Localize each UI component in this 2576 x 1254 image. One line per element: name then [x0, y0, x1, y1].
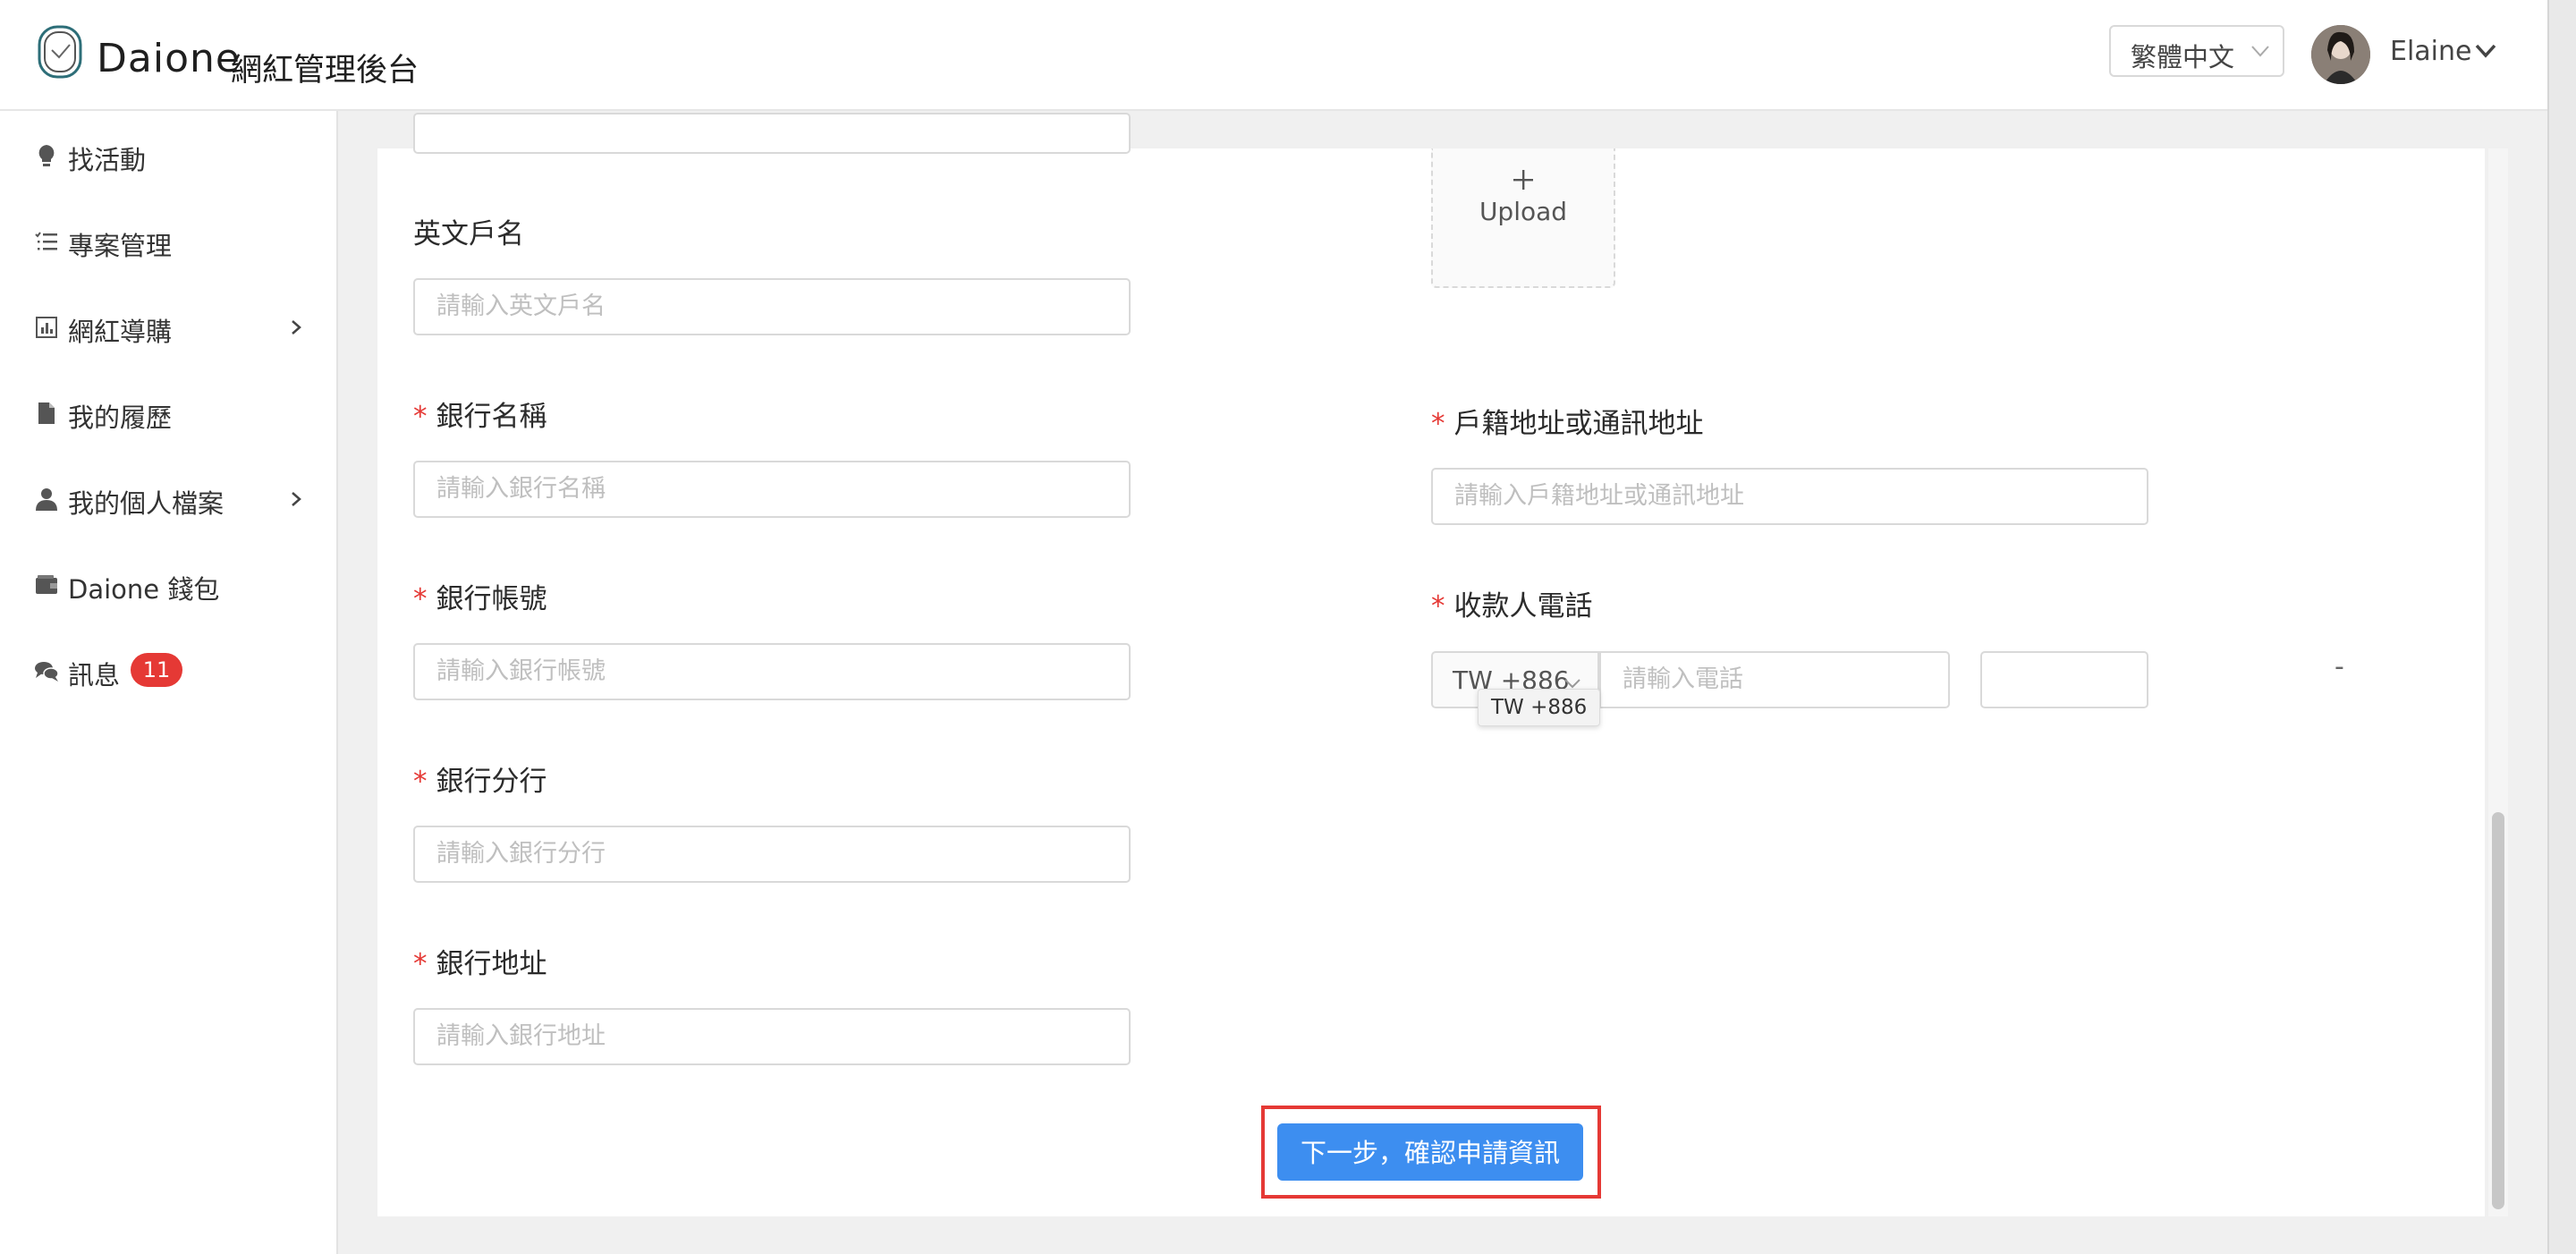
sidebar-item-label: 我的履歷: [68, 402, 173, 433]
sidebar-item-label: 專案管理: [68, 231, 173, 261]
required-mark: *: [1431, 590, 1445, 623]
bank-address-input[interactable]: 請輸入銀行地址: [413, 1008, 1131, 1065]
chevron-down-icon: [1564, 679, 1580, 689]
language-label: 繁體中文: [2131, 42, 2235, 72]
bank-name-label: * 銀行名稱: [413, 401, 547, 433]
bank-info-form: 英文戶名 請輸入英文戶名 * 銀行名稱 請輸入銀行名稱 * 銀行帳號 請輸入銀行帳號…: [377, 113, 2485, 1216]
sidebar-item-resume[interactable]: 我的履歷: [0, 377, 336, 449]
phone-number-input[interactable]: 請輸入電話: [1599, 651, 1950, 708]
user-icon: [36, 488, 57, 511]
lightbulb-icon: [38, 145, 55, 166]
payee-phone-label: * 收款人電話: [1431, 590, 1593, 623]
plus-icon: [1513, 170, 1533, 190]
avatar-photo-icon: [2311, 25, 2370, 84]
sidebar-item-label: 網紅導購: [68, 317, 173, 347]
chevron-down-icon[interactable]: [2474, 43, 2497, 59]
household-address-label: * 戶籍地址或通訊地址: [1431, 408, 1704, 440]
bank-account-input[interactable]: 請輸入銀行帳號: [413, 643, 1131, 700]
bank-account-label: * 銀行帳號: [413, 583, 547, 615]
bank-name-input[interactable]: 請輸入銀行名稱: [413, 461, 1131, 518]
sidebar-item-projects[interactable]: 專案管理: [0, 206, 336, 277]
required-mark: *: [413, 766, 428, 798]
sidebar-item-profile[interactable]: 我的個人檔案: [0, 463, 336, 535]
sidebar-item-label: 訊息: [68, 660, 121, 691]
unread-count-badge: 11: [131, 653, 182, 687]
upload-label: Upload: [1479, 197, 1568, 226]
phone-extension-input[interactable]: [1980, 651, 2148, 708]
chat-icon: [35, 662, 59, 682]
required-mark: *: [413, 583, 428, 615]
phone-separator: -: [2334, 651, 2344, 682]
language-select[interactable]: 繁體中文: [2109, 25, 2284, 77]
bank-branch-label: * 銀行分行: [413, 766, 547, 798]
sidebar-item-messages[interactable]: 訊息 11: [0, 635, 336, 707]
window-edge: [2547, 0, 2576, 1254]
sidebar-item-label: 找活動: [68, 145, 147, 175]
sidebar-item-affiliate[interactable]: 網紅導購: [0, 292, 336, 363]
bank-address-label: * 銀行地址: [413, 948, 547, 980]
top-header: Daione 網紅管理後台 繁體中文 Elaine: [0, 0, 2576, 111]
chevron-right-icon: [292, 492, 301, 506]
next-confirm-button[interactable]: 下一步，確認申請資訊: [1277, 1123, 1583, 1181]
previous-field-input[interactable]: [413, 113, 1131, 154]
sidebar-item-label: 我的個人檔案: [68, 488, 225, 519]
file-icon: [38, 402, 55, 424]
english-name-label: 英文戶名: [413, 218, 524, 250]
wallet-icon: [36, 575, 57, 594]
sidebar-item-label: Daione 錢包: [68, 574, 220, 605]
scrollbar-thumb[interactable]: [2492, 812, 2504, 1209]
avatar[interactable]: [2311, 25, 2370, 84]
bank-branch-input[interactable]: 請輸入銀行分行: [413, 826, 1131, 883]
required-mark: *: [413, 948, 428, 980]
chart-icon: [36, 317, 57, 338]
required-mark: *: [413, 401, 428, 433]
daione-logo-icon[interactable]: [36, 23, 86, 80]
upload-button[interactable]: Upload: [1431, 148, 1615, 288]
household-address-input[interactable]: 請輸入戶籍地址或通訊地址: [1431, 468, 2148, 525]
list-icon: [35, 232, 57, 250]
required-mark: *: [1431, 408, 1445, 440]
sidebar-item-find-events[interactable]: 找活動: [0, 120, 336, 191]
chevron-right-icon: [292, 320, 301, 335]
english-name-input[interactable]: 請輸入英文戶名: [413, 278, 1131, 335]
country-code-tooltip: TW +886: [1478, 689, 1601, 726]
sidebar: 找活動 專案管理 網紅導購 我的履歷 我的個人檔案 Daione 錢包 訊息 1…: [0, 111, 338, 1254]
chevron-down-icon: [2251, 46, 2269, 57]
sidebar-item-wallet[interactable]: Daione 錢包: [0, 549, 336, 621]
app-name: Daione: [97, 36, 241, 81]
app-subtitle: 網紅管理後台: [231, 53, 419, 89]
user-name[interactable]: Elaine: [2390, 36, 2471, 67]
